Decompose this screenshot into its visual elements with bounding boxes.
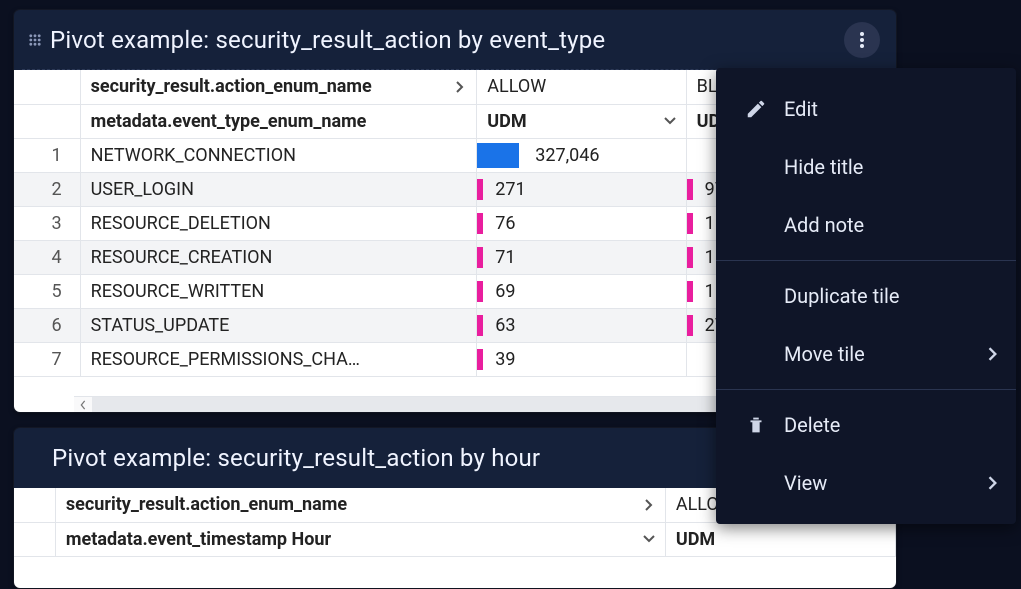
menu-label: Hide title [784, 155, 863, 179]
menu-separator [716, 260, 1016, 261]
menu-label: Add note [784, 213, 864, 237]
row-index: 2 [14, 172, 80, 206]
chevron-right-icon [454, 81, 466, 93]
header-blank [14, 70, 80, 104]
header-dim1[interactable]: security_result.action_enum_name [55, 488, 665, 522]
header-dim1[interactable]: security_result.action_enum_name [80, 70, 477, 104]
row-index: 5 [14, 274, 80, 308]
row-index: 6 [14, 308, 80, 342]
row-dimension[interactable]: RESOURCE_CREATION [80, 240, 477, 274]
header-dim2[interactable]: metadata.event_type_enum_name [80, 104, 477, 138]
header-blank-2 [14, 104, 80, 138]
value-bar [687, 247, 693, 268]
row-dimension[interactable]: NETWORK_CONNECTION [80, 138, 477, 172]
tile-title: Pivot example: security_result_action by… [50, 26, 844, 54]
cell-allow[interactable]: 271 [477, 172, 686, 206]
tile-menu-button[interactable] [844, 22, 880, 58]
value-number: 69 [489, 281, 515, 302]
row-index: 7 [14, 342, 80, 376]
chevron-right-icon [643, 499, 655, 511]
row-dimension[interactable]: USER_LOGIN [80, 172, 477, 206]
menu-edit[interactable]: Edit [716, 80, 1016, 138]
value-bar [477, 179, 483, 200]
row-index: 1 [14, 138, 80, 172]
value-number: 1 [699, 281, 715, 302]
menu-label: Delete [784, 413, 840, 437]
header-allow-sub[interactable]: UDM [665, 522, 895, 556]
header-dim2[interactable]: metadata.event_timestamp Hour [55, 522, 665, 556]
value-bar [477, 213, 483, 234]
menu-hide-title[interactable]: Hide title [716, 138, 1016, 196]
cell-allow[interactable]: 76 [477, 206, 686, 240]
row-dimension[interactable]: RESOURCE_PERMISSIONS_CHA… [80, 342, 477, 376]
value-bar [477, 315, 483, 336]
value-bar [687, 213, 693, 234]
chevron-down-icon [643, 533, 655, 545]
row-dimension[interactable]: STATUS_UPDATE [80, 308, 477, 342]
value-bar [477, 247, 483, 268]
menu-label: Move tile [784, 342, 865, 366]
menu-view[interactable]: View [716, 454, 1016, 512]
chevron-right-icon [988, 342, 998, 366]
value-number: 271 [489, 179, 525, 200]
cell-allow[interactable]: 327,046 [477, 138, 686, 172]
pencil-icon [738, 98, 774, 120]
row-index: 3 [14, 206, 80, 240]
tile-context-menu: Edit Hide title Add note Duplicate tile … [716, 68, 1016, 524]
menu-move[interactable]: Move tile [716, 325, 1016, 383]
row-dimension[interactable]: RESOURCE_DELETION [80, 206, 477, 240]
chevron-down-icon [664, 115, 676, 127]
header-blank [14, 488, 55, 522]
menu-duplicate[interactable]: Duplicate tile [716, 267, 1016, 325]
value-bar [477, 281, 483, 302]
menu-delete[interactable]: Delete [716, 396, 1016, 454]
menu-separator [716, 389, 1016, 390]
value-bar [687, 315, 693, 336]
value-number: 76 [489, 213, 515, 234]
cell-allow[interactable]: 71 [477, 240, 686, 274]
value-number: 1 [699, 213, 715, 234]
chevron-right-icon [988, 471, 998, 495]
value-bar [687, 281, 693, 302]
header-allow-sub[interactable]: UDM [477, 104, 686, 138]
value-number: 71 [489, 247, 515, 268]
header-allow[interactable]: ALLOW [477, 70, 686, 104]
value-number: 1 [699, 247, 715, 268]
value-bar [687, 179, 693, 200]
cell-allow[interactable]: 39 [477, 342, 686, 376]
value-bar [477, 349, 483, 370]
cell-allow[interactable]: 69 [477, 274, 686, 308]
menu-label: Edit [784, 97, 818, 121]
scroll-left-icon[interactable] [74, 397, 92, 413]
row-index: 4 [14, 240, 80, 274]
tile-header: Pivot example: security_result_action by… [14, 10, 896, 70]
trash-icon [738, 414, 774, 436]
menu-add-note[interactable]: Add note [716, 196, 1016, 254]
value-number: 63 [489, 315, 515, 336]
menu-label: Duplicate tile [784, 284, 899, 308]
cell-allow[interactable]: 63 [477, 308, 686, 342]
value-bar [477, 143, 519, 168]
menu-label: View [784, 471, 827, 495]
row-dimension[interactable]: RESOURCE_WRITTEN [80, 274, 477, 308]
value-number: 39 [489, 349, 515, 370]
header-blank-2 [14, 522, 55, 556]
drag-handle-icon[interactable] [24, 29, 46, 51]
